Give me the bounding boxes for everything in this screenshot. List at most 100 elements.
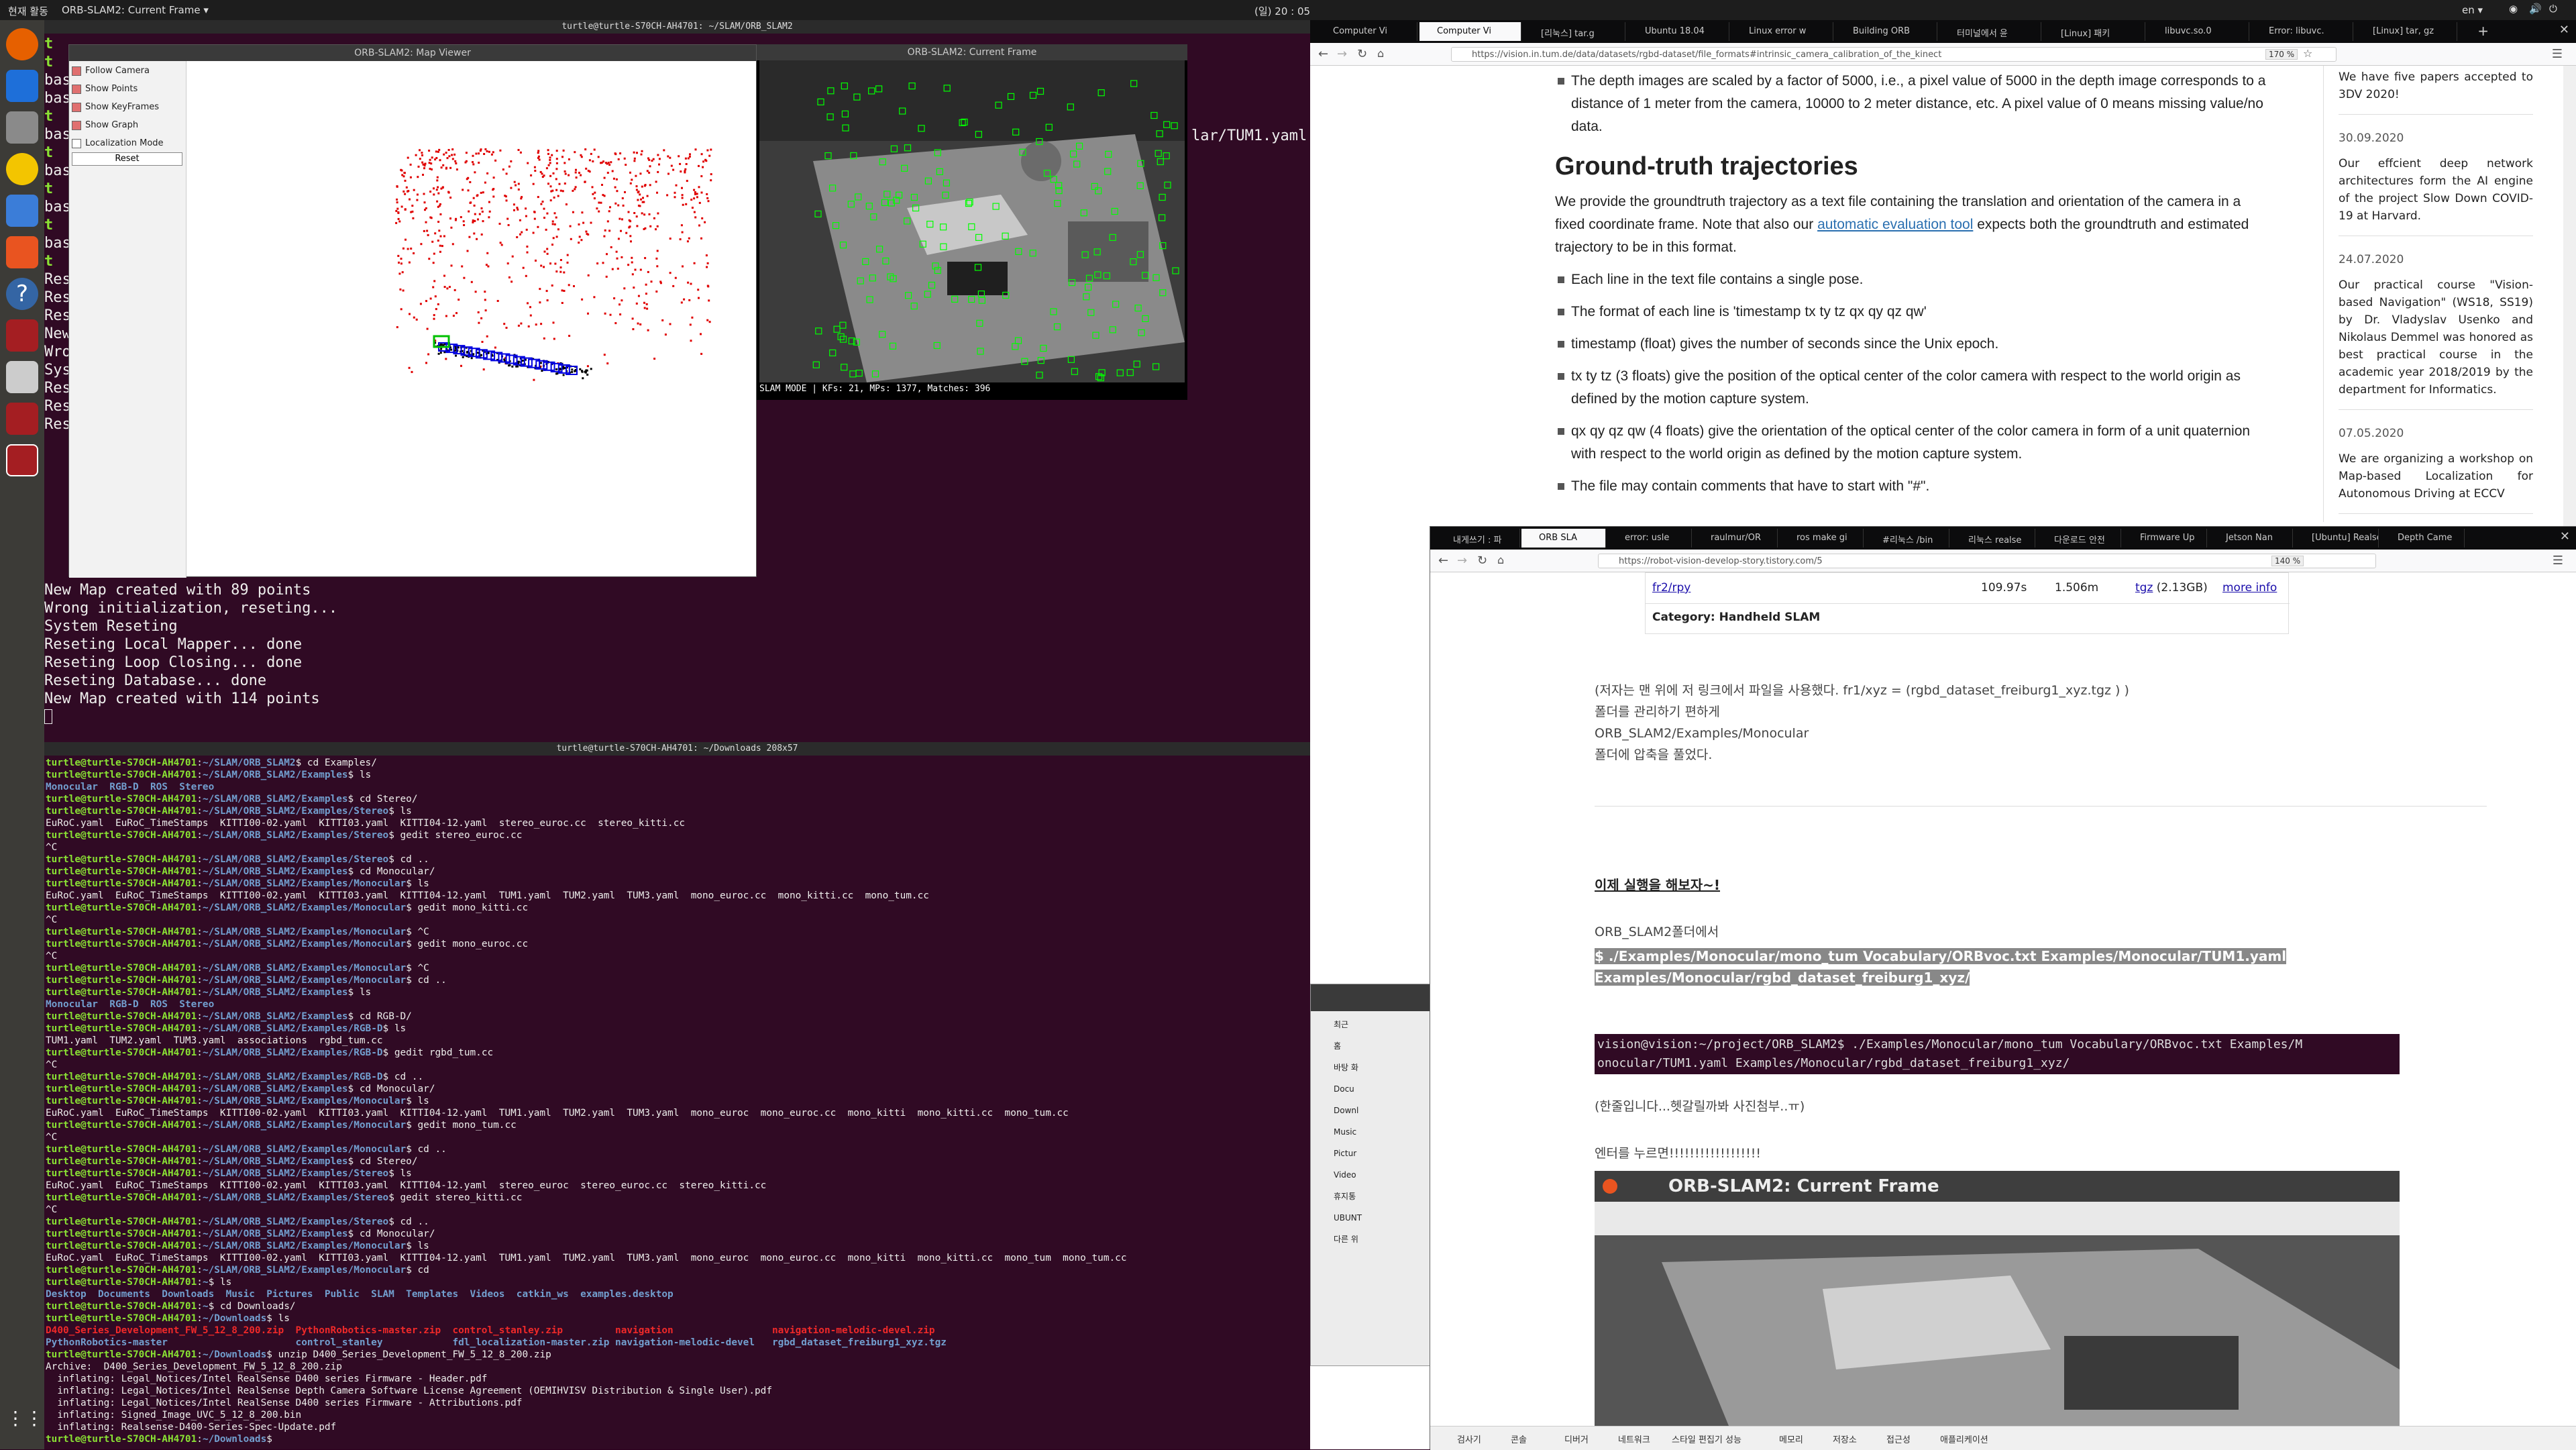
clock[interactable]: (일) 20 : 05 (1254, 4, 1310, 18)
reset-button[interactable]: Reset (72, 152, 182, 166)
disk-icon[interactable] (6, 361, 38, 393)
dataset-format-link[interactable]: tgz (2135, 581, 2153, 594)
browser-tab[interactable]: 터미널에서 윤 (1939, 22, 2041, 41)
checkbox-icon[interactable] (72, 66, 81, 76)
map-viewer-titlebar[interactable]: ORB-SLAM2: Map Viewer (69, 45, 756, 61)
zoom-indicator[interactable]: 170 % (2265, 49, 2298, 60)
devtools-tab[interactable]: 접근성 (1886, 1433, 1911, 1445)
orbslam-icon[interactable] (6, 403, 38, 435)
terminal-icon[interactable] (6, 319, 38, 352)
files-sidebar-item[interactable]: 휴지통 (1311, 1186, 1432, 1207)
devtools-tab[interactable]: 네트워크 (1618, 1433, 1650, 1445)
software-icon[interactable] (6, 236, 38, 268)
files-sidebar-item[interactable]: 다른 위 (1311, 1229, 1432, 1250)
window-close-icon[interactable]: ✕ (2559, 23, 2569, 37)
reload-icon-2[interactable]: ↻ (1477, 554, 1487, 568)
files-sidebar-item[interactable]: UBUNT (1311, 1207, 1432, 1229)
browser-tab[interactable]: Depth Came (2380, 529, 2465, 548)
browser-tab[interactable]: Ubuntu 18.04 (1627, 22, 1729, 41)
thunderbird-icon[interactable] (6, 70, 38, 102)
files-sidebar-item[interactable]: 최근 (1311, 1014, 1432, 1035)
menu-icon-2[interactable]: ☰ (2553, 554, 2563, 568)
terminal-slam-titlebar[interactable]: turtle@turtle-S70CH-AH4701: ~/SLAM/ORB_S… (44, 20, 1310, 34)
files-sidebar-item[interactable]: 바탕 화 (1311, 1057, 1432, 1078)
files-sidebar-item[interactable]: 홈 (1311, 1035, 1432, 1057)
home-icon-2[interactable]: ⌂ (1497, 554, 1504, 566)
files-sidebar-item[interactable]: Video (1311, 1164, 1432, 1186)
help-icon[interactable]: ? (6, 278, 38, 310)
browser-tum-url[interactable]: https://vision.in.tum.de/data/datasets/r… (1451, 47, 2337, 62)
firefox-icon[interactable] (6, 28, 38, 60)
forward-icon-2[interactable]: → (1457, 554, 1467, 568)
browser-tab[interactable]: Computer Vi (1419, 22, 1521, 41)
browser-tab[interactable]: [Linux] 패키 (2043, 22, 2145, 41)
browser-tab[interactable]: Firmware Up (2123, 529, 2207, 548)
browser-tab[interactable]: Linux error w (1731, 22, 1833, 41)
browser-tab[interactable]: [Linux] tar, gz (2355, 22, 2457, 41)
more-info-link[interactable]: more info (2222, 581, 2277, 594)
writer-icon[interactable] (6, 195, 38, 227)
option-localization-mode[interactable]: Localization Mode (72, 136, 164, 151)
map-viewer-window[interactable]: ORB-SLAM2: Map Viewer Follow Camera Show … (68, 44, 757, 578)
forward-icon[interactable]: → (1337, 47, 1347, 61)
browser-tab[interactable]: [Ubuntu] Realse (2294, 529, 2379, 548)
browser-tab[interactable]: Building ORB (1835, 22, 1937, 41)
option-follow-camera[interactable]: Follow Camera (72, 64, 150, 79)
network-icon[interactable]: ◉ (2509, 3, 2518, 15)
activities-button[interactable]: 현재 활동 (8, 4, 48, 18)
terminal-downloads-window[interactable]: turtle@turtle-S70CH-AH4701: ~/Downloads … (44, 742, 1310, 1449)
checkbox-icon[interactable] (72, 138, 81, 148)
power-icon[interactable]: ⏻ (2549, 3, 2557, 15)
devtools-tab[interactable]: 성능 (1725, 1433, 1741, 1445)
browser-tab[interactable]: Jetson Nan (2208, 529, 2293, 548)
option-show-points[interactable]: Show Points (72, 82, 138, 97)
files-titlebar[interactable] (1311, 984, 1434, 1011)
volume-icon[interactable]: 🔊 (2529, 3, 2542, 15)
files-sidebar-item[interactable]: Docu (1311, 1078, 1432, 1100)
devtools-tab[interactable]: 디버거 (1564, 1433, 1589, 1445)
menu-icon[interactable]: ☰ (2552, 47, 2563, 61)
new-tab-button[interactable]: + (2477, 23, 2489, 39)
app-menu[interactable]: ORB-SLAM2: Current Frame ▾ (62, 4, 209, 16)
browser-tistory-url[interactable]: https://robot-vision-develop-story.tisto… (1598, 554, 2376, 568)
home-icon[interactable]: ⌂ (1377, 47, 1384, 60)
rhythmbox-icon[interactable] (6, 153, 38, 185)
window-close-icon-2[interactable]: ✕ (2560, 529, 2570, 543)
files-sidebar-item[interactable]: Pictur (1311, 1143, 1432, 1164)
reload-icon[interactable]: ↻ (1357, 47, 1367, 61)
browser-tab[interactable]: ros make gi (1779, 529, 1864, 548)
browser-tab[interactable]: raulmur/OR (1693, 529, 1778, 548)
files-window[interactable]: 최근 홈 바탕 화 Docu Downl Music Pictur Video 휴지통 UBUNT… (1310, 984, 1434, 1366)
devtools-tab[interactable]: 콘솔 (1511, 1433, 1527, 1445)
devtools-tab[interactable]: 저장소 (1833, 1433, 1857, 1445)
evaluation-tool-link[interactable]: automatic evaluation tool (1817, 217, 1973, 232)
browser-tab[interactable]: 다운로드 안전 (2037, 529, 2121, 548)
devtools-tab[interactable]: 검사기 (1457, 1433, 1481, 1445)
dataset-name-link[interactable]: fr2/rpy (1652, 581, 1690, 594)
browser-tab[interactable]: 리눅스 realse (1951, 529, 2035, 548)
browser-tab[interactable]: Error: libuvc. (2251, 22, 2353, 41)
checkbox-icon[interactable] (72, 84, 81, 94)
terminal-downloads-titlebar[interactable]: turtle@turtle-S70CH-AH4701: ~/Downloads … (44, 742, 1310, 756)
browser-tab[interactable]: error: usle (1607, 529, 1692, 548)
current-frame-titlebar[interactable]: ORB-SLAM2: Current Frame (757, 44, 1187, 60)
zoom-indicator-2[interactable]: 140 % (2271, 556, 2304, 566)
language-indicator[interactable]: en ▾ (2462, 4, 2483, 16)
browser-tab[interactable]: ORB SLA (1521, 529, 1606, 548)
current-frame-window[interactable]: ORB-SLAM2: Current Frame SLAM MODE | KFs… (757, 44, 1187, 400)
page-scrollbar[interactable] (2563, 66, 2576, 535)
files-icon[interactable] (6, 111, 38, 144)
back-icon-2[interactable]: ← (1438, 554, 1448, 568)
browser-tab[interactable]: Computer Vi (1316, 22, 1417, 41)
back-icon[interactable]: ← (1318, 47, 1328, 61)
orbslam-frame-icon[interactable] (6, 444, 38, 476)
option-show-graph[interactable]: Show Graph (72, 118, 138, 133)
browser-tab[interactable]: libuvc.so.0 (2147, 22, 2249, 41)
checkbox-icon[interactable] (72, 120, 81, 130)
option-show-keyframes[interactable]: Show KeyFrames (72, 100, 159, 115)
bookmark-star-icon[interactable]: ☆ (2303, 47, 2312, 60)
devtools-tab[interactable]: 스타일 편집기 (1672, 1433, 1723, 1445)
checkbox-icon[interactable] (72, 102, 81, 112)
browser-tab[interactable]: 내게쓰기 : 파 (1436, 529, 1520, 548)
show-apps-icon[interactable]: ⋮⋮⋮ (6, 1402, 62, 1435)
